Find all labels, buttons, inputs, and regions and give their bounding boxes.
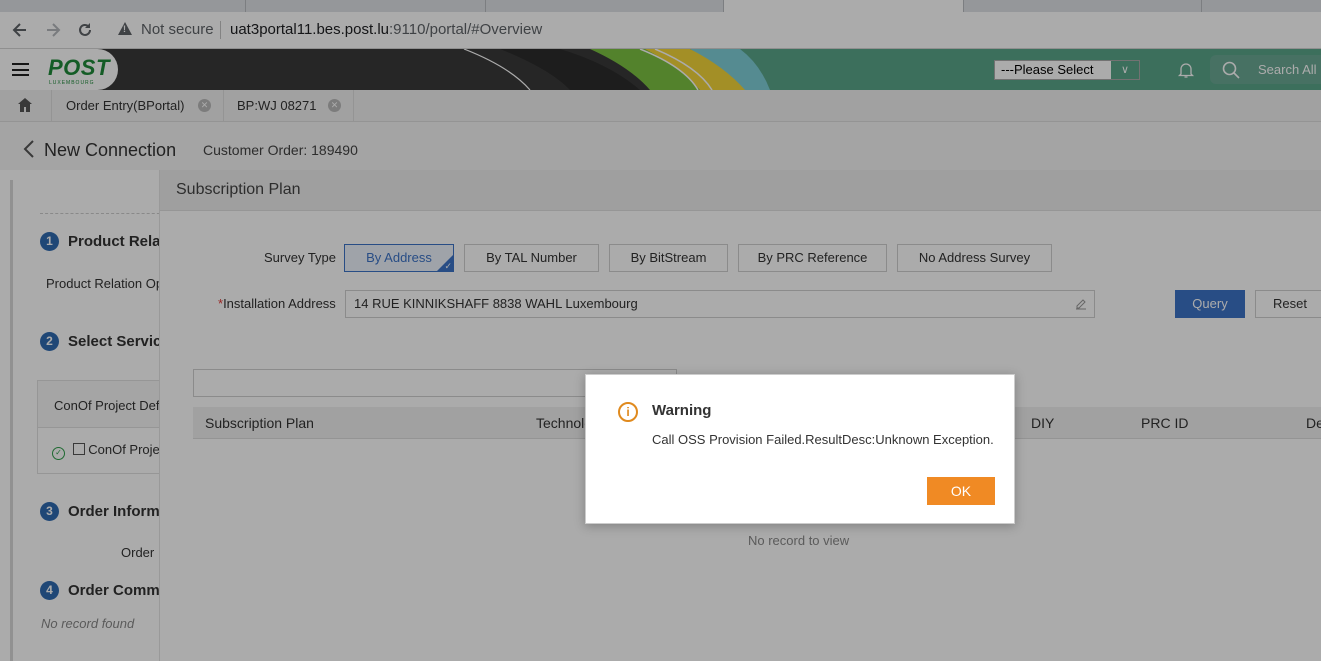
dialog-title: Warning — [652, 402, 712, 419]
modal-overlay — [0, 0, 1321, 661]
info-icon: i — [618, 402, 638, 422]
dialog-message: Call OSS Provision Failed.ResultDesc:Unk… — [652, 432, 994, 447]
warning-dialog: i Warning Call OSS Provision Failed.Resu… — [585, 374, 1015, 524]
ok-button[interactable]: OK — [927, 477, 995, 505]
